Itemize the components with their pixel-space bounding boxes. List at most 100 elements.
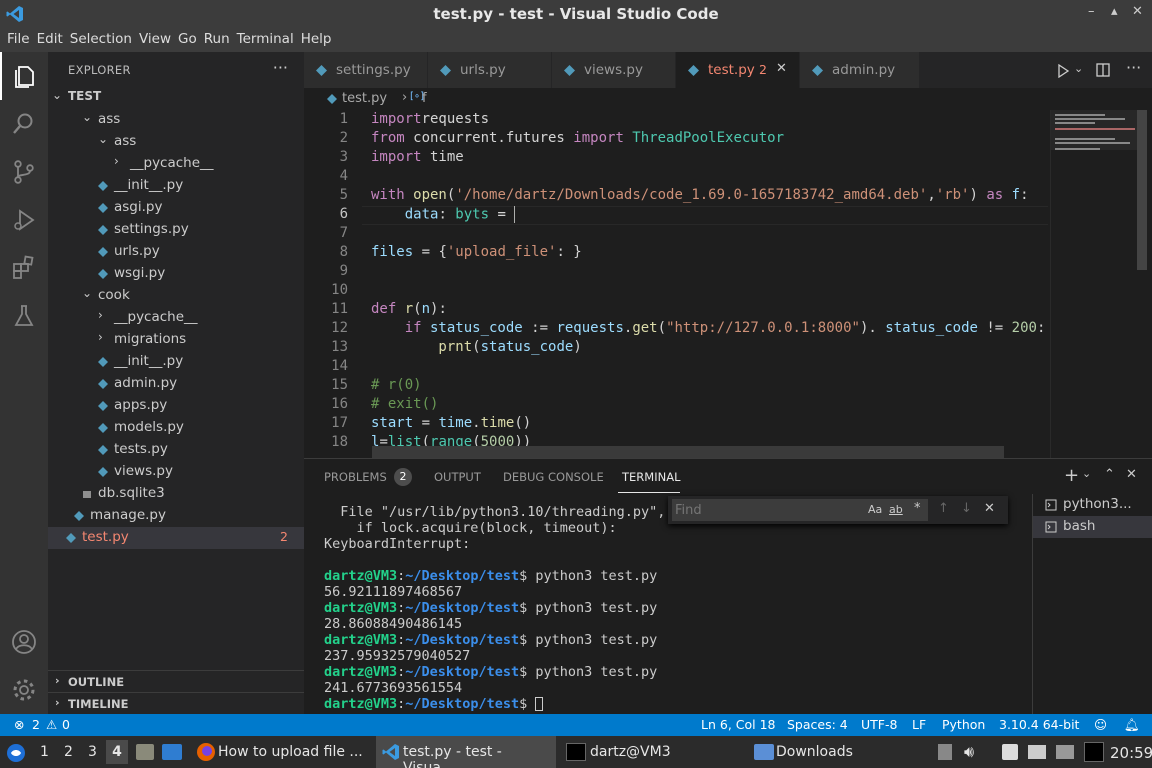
account-icon[interactable] [10, 628, 38, 656]
timeline-section[interactable]: › TIMELINE [48, 692, 304, 714]
feedback-icon[interactable]: ☺ [1094, 717, 1107, 732]
terminal-output[interactable]: File "/usr/lib/python3.10/threading.py",… [304, 494, 1032, 714]
close-find-icon[interactable]: ✕ [984, 501, 995, 516]
code-line[interactable]: files = {'upload_file': } [371, 244, 582, 260]
run-debug-icon[interactable] [10, 206, 38, 234]
workspace-2[interactable]: 2 [64, 744, 73, 760]
system-monitor-icon[interactable] [1084, 742, 1104, 762]
clipboard-icon[interactable] [938, 744, 952, 760]
file-item[interactable]: test.py 2 [48, 527, 304, 549]
terminal-item-python[interactable]: python3... [1033, 494, 1152, 516]
line-endings[interactable]: LF [912, 717, 926, 732]
folder-item[interactable]: ⌄ ass [48, 131, 304, 153]
extensions-icon[interactable] [10, 254, 38, 282]
code-line[interactable]: if status_code := requests.get("http://1… [371, 320, 1046, 336]
taskbar-app-downloads[interactable]: Downloads [748, 736, 928, 768]
display-icon[interactable] [1028, 745, 1046, 759]
terminal-dropdown-icon[interactable]: ⌄ [1082, 467, 1091, 480]
file-item[interactable]: tests.py [48, 439, 304, 461]
code-line[interactable]: # r(0) [371, 377, 422, 393]
terminal-item-bash[interactable]: bash [1033, 516, 1152, 538]
workspace-3[interactable]: 3 [88, 744, 97, 760]
menu-run[interactable]: Run [204, 29, 230, 47]
tab-debug-console[interactable]: DEBUG CONSOLE [503, 470, 604, 484]
minimize-button[interactable]: – [1088, 4, 1095, 19]
file-item[interactable]: settings.py [48, 219, 304, 241]
code-line[interactable]: prnt(status_code) [371, 339, 581, 355]
menu-help[interactable]: Help [301, 29, 332, 47]
warning-icon[interactable]: ⚠ [46, 717, 57, 732]
file-item[interactable]: admin.py [48, 373, 304, 395]
menu-go[interactable]: Go [178, 29, 197, 47]
file-item[interactable]: urls.py [48, 241, 304, 263]
encoding[interactable]: UTF-8 [861, 717, 897, 732]
menu-view[interactable]: View [139, 29, 171, 47]
maximize-button[interactable]: ▴ [1111, 4, 1118, 19]
folder-item[interactable]: ⌄ cook [48, 285, 304, 307]
menu-edit[interactable]: Edit [37, 29, 63, 47]
language-mode[interactable]: Python [942, 717, 985, 732]
file-item[interactable]: views.py [48, 461, 304, 483]
notifications-bell-icon[interactable]: 🔔︎ [1124, 717, 1140, 733]
tab-admin-py[interactable]: admin.py [800, 52, 920, 88]
error-count[interactable]: 2 [32, 717, 40, 732]
breadcrumb-symbol[interactable]: f [422, 91, 427, 106]
editor-more-icon[interactable]: ··· [1126, 58, 1141, 77]
match-whole-word-icon[interactable]: ab [889, 503, 903, 516]
use-regex-icon[interactable]: * [914, 501, 921, 516]
search-icon[interactable] [10, 110, 38, 138]
taskbar-app-firefox[interactable]: How to upload file ... [192, 736, 366, 768]
code-line[interactable]: with open('/home/dartz/Downloads/code_1.… [371, 187, 1029, 203]
tab-test-py[interactable]: test.py 2 ✕ [676, 52, 800, 88]
source-control-icon[interactable] [10, 158, 38, 186]
network-icon[interactable] [1056, 745, 1074, 759]
explorer-icon[interactable] [10, 62, 38, 90]
workspace-root[interactable]: ⌄ TEST [48, 87, 304, 109]
volume-icon[interactable]: 🔊︎ [964, 742, 974, 762]
settings-gear-icon[interactable] [10, 676, 38, 704]
file-item[interactable]: wsgi.py [48, 263, 304, 285]
file-item[interactable]: apps.py [48, 395, 304, 417]
warning-count[interactable]: 0 [62, 717, 70, 732]
code-editor[interactable]: 1 importrequests 2 from concurrent.futures … [304, 110, 1152, 458]
code-line[interactable]: importrequests [371, 111, 489, 127]
match-case-icon[interactable]: Aa [868, 503, 882, 516]
code-line[interactable]: start = time.time() [371, 415, 531, 431]
file-item[interactable]: __init__.py [48, 175, 304, 197]
breadcrumb-file[interactable]: test.py [342, 91, 387, 106]
file-item[interactable]: __init__.py [48, 351, 304, 373]
start-menu-icon[interactable] [6, 743, 26, 763]
tab-output[interactable]: OUTPUT [434, 470, 481, 484]
folder-item[interactable]: › __pycache__ [48, 153, 304, 175]
menu-selection[interactable]: Selection [70, 29, 132, 47]
indentation[interactable]: Spaces: 4 [787, 717, 848, 732]
menu-terminal[interactable]: Terminal [237, 29, 294, 47]
maximize-panel-icon[interactable]: ⌃ [1104, 467, 1115, 482]
code-line[interactable]: def r(n): [371, 301, 447, 317]
run-dropdown-icon[interactable]: ⌄ [1074, 62, 1083, 75]
code-line[interactable]: from concurrent.futures import ThreadPoo… [371, 130, 784, 146]
tab-urls-py[interactable]: urls.py [428, 52, 552, 88]
code-line[interactable]: import time [371, 149, 464, 165]
minimap[interactable] [1050, 110, 1147, 458]
show-desktop-icon[interactable] [162, 744, 182, 760]
horizontal-scrollbar[interactable] [372, 446, 1004, 458]
taskbar-app-terminal[interactable]: dartz@VM3 [560, 736, 740, 768]
close-panel-icon[interactable]: ✕ [1126, 467, 1137, 482]
code-line[interactable]: data: byts = [371, 206, 516, 223]
file-item[interactable]: models.py [48, 417, 304, 439]
next-match-icon[interactable]: ↓ [961, 501, 972, 516]
error-icon[interactable]: ⊗ [14, 717, 24, 732]
previous-match-icon[interactable]: ↑ [938, 501, 949, 516]
file-manager-icon[interactable] [136, 744, 154, 760]
python-interpreter[interactable]: 3.10.4 64-bit [999, 717, 1079, 732]
split-editor-icon[interactable] [1096, 63, 1110, 77]
folder-item[interactable]: › __pycache__ [48, 307, 304, 329]
folder-item[interactable]: ⌄ ass [48, 109, 304, 131]
more-actions-icon[interactable]: ··· [273, 58, 288, 77]
file-item[interactable]: asgi.py [48, 197, 304, 219]
tab-settings-py[interactable]: settings.py [304, 52, 428, 88]
new-terminal-icon[interactable]: + [1064, 465, 1079, 486]
tab-terminal[interactable]: TERMINAL [622, 470, 680, 484]
notes-icon[interactable] [1002, 744, 1018, 760]
